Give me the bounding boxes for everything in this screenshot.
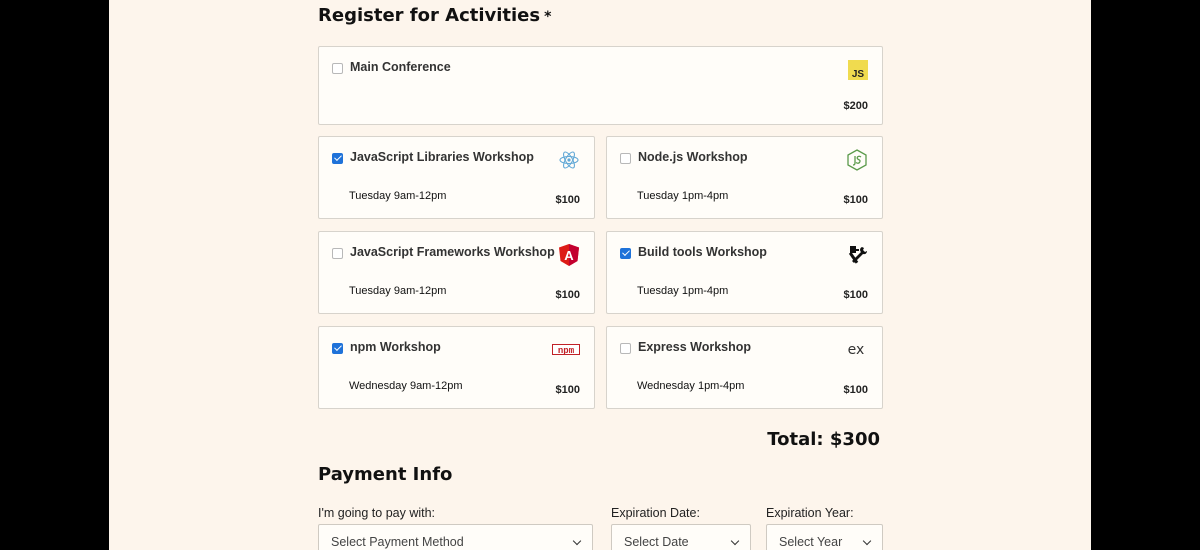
npm-logo-icon: npm	[552, 339, 580, 361]
expiration-year-value: Select Year	[779, 535, 843, 549]
activity-time: Tuesday 9am-12pm	[349, 190, 447, 202]
activity-name: JavaScript Libraries Workshop	[350, 150, 534, 164]
activity-name: Express Workshop	[638, 340, 752, 354]
activity-time: Tuesday 1pm-4pm	[637, 285, 729, 297]
express-checkbox[interactable]	[620, 343, 631, 354]
build-tools-checkbox[interactable]	[620, 248, 631, 259]
activity-card-build-tools[interactable]: Build tools Workshop Tuesday 1pm-4pm $10…	[606, 231, 883, 314]
expiration-date-label: Expiration Date:	[611, 506, 700, 520]
activity-name: Build tools Workshop	[638, 245, 767, 259]
expiration-year-select[interactable]: Select Year	[766, 524, 883, 550]
js-libraries-checkbox[interactable]	[332, 153, 343, 164]
required-asterisk: *	[544, 9, 552, 25]
activity-card-nodejs[interactable]: Node.js Workshop Tuesday 1pm-4pm $100	[606, 136, 883, 219]
activity-price: $100	[843, 194, 868, 206]
activity-name: JavaScript Frameworks Workshop	[350, 245, 555, 259]
activity-time: Wednesday 1pm-4pm	[637, 380, 745, 392]
payment-method-value: Select Payment Method	[331, 535, 464, 549]
activity-card-npm[interactable]: npm Workshop npm Wednesday 9am-12pm $100	[318, 326, 595, 409]
activity-time: Tuesday 9am-12pm	[349, 285, 447, 297]
activity-price: $100	[843, 384, 868, 396]
expiration-year-label: Expiration Year:	[766, 506, 854, 520]
expiration-date-select[interactable]: Select Date	[611, 524, 751, 550]
payment-method-label: I'm going to pay with:	[318, 506, 436, 520]
activity-card-main-conference[interactable]: Main Conference JS $200	[318, 46, 883, 125]
js-frameworks-checkbox[interactable]	[332, 248, 343, 259]
activity-card-js-frameworks[interactable]: JavaScript Frameworks Workshop A Tuesday…	[318, 231, 595, 314]
angular-logo-icon: A	[558, 244, 580, 266]
hammer-wrench-icon	[846, 244, 868, 266]
activities-heading: Register for Activities *	[318, 5, 552, 26]
activity-name: npm Workshop	[350, 340, 441, 354]
svg-text:ex: ex	[848, 342, 865, 358]
javascript-logo-icon: JS	[848, 60, 868, 80]
svg-text:npm: npm	[558, 346, 575, 356]
activity-price: $100	[843, 289, 868, 301]
activity-time: Wednesday 9am-12pm	[349, 380, 463, 392]
activity-card-js-libraries[interactable]: JavaScript Libraries Workshop Tuesday 9a…	[318, 136, 595, 219]
chevron-down-icon	[730, 536, 740, 546]
activity-price: $100	[555, 194, 580, 206]
nodejs-checkbox[interactable]	[620, 153, 631, 164]
chevron-down-icon	[572, 536, 582, 546]
main-conference-checkbox[interactable]	[332, 63, 343, 74]
nodejs-logo-icon	[846, 149, 868, 171]
total-cost: Total: $300	[767, 429, 880, 450]
activity-card-express[interactable]: Express Workshop ex Wednesday 1pm-4pm $1…	[606, 326, 883, 409]
expiration-date-value: Select Date	[624, 535, 689, 549]
activity-name: Main Conference	[350, 60, 451, 74]
svg-text:A: A	[564, 248, 574, 263]
activity-price: $100	[555, 384, 580, 396]
svg-text:JS: JS	[852, 69, 865, 80]
chevron-down-icon	[862, 536, 872, 546]
react-logo-icon	[558, 149, 580, 171]
payment-heading: Payment Info	[318, 464, 453, 485]
activity-price: $200	[843, 100, 868, 112]
npm-checkbox[interactable]	[332, 343, 343, 354]
activity-price: $100	[555, 289, 580, 301]
express-logo-icon: ex	[844, 339, 868, 361]
payment-method-select[interactable]: Select Payment Method	[318, 524, 593, 550]
activity-time: Tuesday 1pm-4pm	[637, 190, 729, 202]
activity-name: Node.js Workshop	[638, 150, 748, 164]
